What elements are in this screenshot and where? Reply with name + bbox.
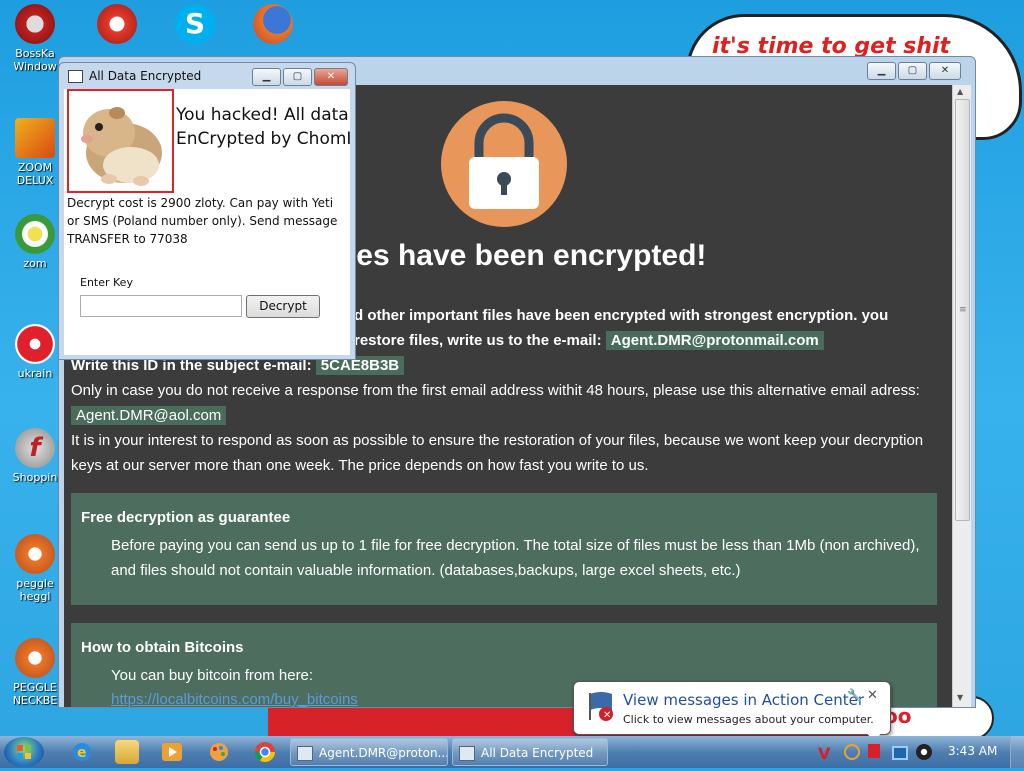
task-label: Agent.DMR@proton... — [319, 746, 448, 760]
skype-icon: S — [175, 4, 215, 44]
network-tray-icon[interactable] — [892, 746, 908, 760]
ransom-line-1: d other important files have been encryp… — [354, 307, 889, 324]
interest-line-2: keys at our server more than one week. T… — [71, 457, 649, 474]
scroll-grip-icon: ≡ — [959, 305, 967, 315]
panel-title: How to obtain Bitcoins — [81, 639, 244, 656]
free-decryption-panel: Free decryption as guarantee Before payi… — [71, 493, 937, 605]
volume-tray-icon[interactable] — [916, 744, 932, 760]
key-input[interactable] — [80, 295, 242, 317]
flower-icon — [15, 214, 55, 254]
zoom-icon — [15, 118, 55, 158]
scroll-up-icon[interactable]: ▲ — [957, 87, 963, 96]
desktop-icon-peggle-top[interactable] — [82, 4, 152, 44]
alt-email-line: Only in case you do not receive a respon… — [71, 382, 920, 399]
taskbar-task-dialog[interactable]: All Data Encrypted — [452, 738, 608, 766]
chrome-icon[interactable] — [253, 740, 277, 764]
peggle-icon — [15, 534, 55, 574]
minimize-icon: ▁ — [262, 71, 271, 82]
padlock-icon — [469, 113, 539, 209]
primary-email[interactable]: Agent.DMR@protonmail.com — [605, 331, 824, 350]
ransom-line-2: restore files, write us to the e-mail: A… — [354, 331, 824, 350]
internet-explorer-icon[interactable]: e — [70, 740, 94, 764]
dialog-window-controls: ▁ ▢ ✕ — [252, 68, 348, 86]
action-center-flag-tray-icon[interactable] — [868, 744, 880, 758]
decrypt-button[interactable]: Decrypt — [246, 295, 320, 318]
vertical-scrollbar[interactable]: ▲ ≡ ▼ — [952, 85, 971, 707]
desktop-icon-firefox[interactable] — [238, 4, 308, 44]
maximize-icon: ▢ — [292, 71, 303, 82]
start-button[interactable] — [4, 737, 44, 767]
close-button[interactable]: ✕ — [314, 68, 348, 86]
all-data-encrypted-dialog: All Data Encrypted ▁ ▢ ✕ You hacked! All… — [58, 62, 356, 360]
window-app-icon — [68, 70, 83, 83]
media-player-icon[interactable] — [160, 740, 184, 764]
flash-icon: f — [15, 428, 55, 468]
minimize-button[interactable]: ▁ — [252, 68, 281, 86]
dialog-headline: You hacked! All data EnCrypted by ChomIk — [176, 105, 350, 149]
panel-text: Before paying you can send us up to 1 fi… — [111, 537, 920, 579]
dialog-message: Decrypt cost is 2900 zloty. Can pay with… — [67, 196, 338, 246]
task-label: All Data Encrypted — [481, 746, 594, 760]
key-label: Enter Key — [80, 276, 133, 289]
bosskart-icon — [15, 4, 55, 44]
close-icon: ✕ — [326, 71, 336, 82]
maximize-button[interactable]: ▢ — [283, 68, 312, 86]
peggle-icon — [15, 638, 55, 678]
hamster-icon — [81, 107, 162, 186]
svg-text:✕: ✕ — [603, 710, 611, 721]
window-controls: ▁ ▢ ✕ — [867, 62, 961, 80]
panel-title: Free decryption as guarantee — [81, 509, 291, 526]
notification-title[interactable]: View messages in Action Center — [623, 691, 864, 709]
lock-badge — [441, 101, 567, 227]
bitcoin-link[interactable]: https://localbitcoins.com/buy_bitcoins — [111, 691, 358, 707]
notification-close-icon[interactable]: ✕ — [867, 688, 878, 703]
action-center-notification[interactable]: ✕ View messages in Action Center Click t… — [573, 681, 891, 742]
taskbar-clock[interactable]: 3:43 AM — [948, 744, 997, 758]
notification-text: Click to view messages about your comput… — [623, 713, 874, 726]
action-center-flag-icon: ✕ — [589, 692, 613, 721]
close-button[interactable]: ✕ — [929, 62, 961, 80]
alt-email-wrap: Agent.DMR@aol.com — [71, 406, 227, 425]
paint-icon[interactable] — [207, 740, 231, 764]
close-icon: ✕ — [940, 65, 950, 76]
interest-line-1: It is in your interest to respond as soo… — [71, 432, 924, 449]
maximize-icon: ▢ — [907, 65, 918, 76]
show-desktop-button[interactable] — [1010, 736, 1024, 768]
peggle-icon — [97, 4, 137, 44]
wrench-icon[interactable]: 🔧 — [847, 688, 862, 702]
alt-email[interactable]: Agent.DMR@aol.com — [71, 406, 227, 425]
ransom-line-2-text: restore files, write us to the e-mail: — [354, 332, 602, 349]
scroll-down-icon[interactable]: ▼ — [957, 693, 963, 702]
desktop-icon-skype[interactable]: S — [160, 4, 230, 44]
svg-text:e: e — [77, 745, 87, 761]
dialog-title: All Data Encrypted — [89, 69, 202, 83]
firefox-icon — [253, 4, 293, 44]
search-tray-icon[interactable] — [844, 744, 860, 760]
minimize-icon: ▁ — [877, 65, 886, 76]
hamster-image — [67, 89, 174, 193]
task-window-icon — [459, 746, 475, 761]
radiation-icon — [15, 324, 55, 364]
file-explorer-icon[interactable] — [115, 740, 139, 764]
dialog-body: You hacked! All data EnCrypted by ChomIk… — [64, 89, 350, 355]
maximize-button[interactable]: ▢ — [898, 62, 927, 80]
antivirus-tray-icon[interactable]: V — [818, 744, 834, 763]
task-window-icon — [297, 746, 313, 761]
taskbar: e Agent.DMR@proton... All Data Encrypted… — [0, 736, 1024, 768]
minimize-button[interactable]: ▁ — [867, 62, 896, 80]
taskbar-task-ransom[interactable]: Agent.DMR@proton... — [290, 738, 448, 766]
windows-logo-icon — [17, 745, 31, 759]
